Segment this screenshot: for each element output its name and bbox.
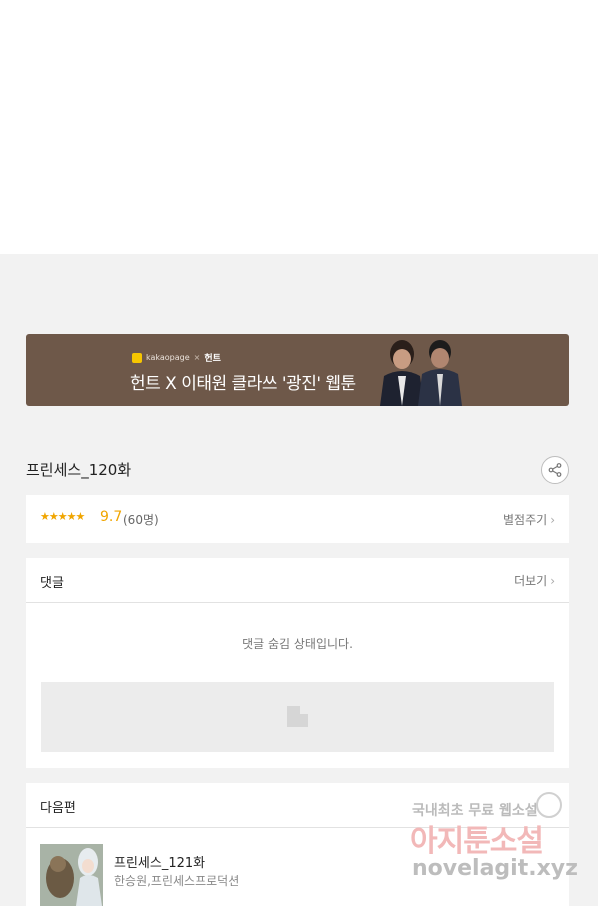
rating-stars: ★★★★★ <box>40 510 85 523</box>
comments-card: 댓글 더보기 › 댓글 숨김 상태입니다. <box>26 558 569 768</box>
rate-button[interactable]: 별점주기 › <box>503 511 555 528</box>
comments-title: 댓글 <box>40 576 64 591</box>
comments-more-button[interactable]: 더보기 › <box>514 572 555 589</box>
comments-more-label: 더보기 <box>514 574 548 588</box>
watermark-url: novelagit.xyz <box>412 856 578 881</box>
kakaopage-logo-icon <box>132 352 142 363</box>
rating-card: ★★★★★ 9.7 (60명) 별점주기 › <box>26 495 569 543</box>
watermark: 국내최초 무료 웹소설 아지툰소설 novelagit.xyz <box>410 792 590 890</box>
share-icon <box>548 463 562 477</box>
rating-count: (60명) <box>123 513 159 527</box>
banner-characters-image <box>362 334 472 406</box>
content-blank-area <box>0 0 598 254</box>
image-placeholder-icon <box>287 706 308 727</box>
next-episode-thumbnail <box>40 844 103 906</box>
banner-brand-row: kakaopage × 헌트 <box>132 351 221 364</box>
next-episode-title: 다음편 <box>40 801 76 816</box>
rate-button-label: 별점주기 <box>503 513 548 527</box>
share-button[interactable] <box>541 456 569 484</box>
banner-brand-name: kakaopage <box>146 353 190 362</box>
watermark-brand: 아지툰소설 <box>410 824 544 859</box>
next-episode-name: 프린세스_121화 <box>114 856 206 871</box>
rating-score: 9.7 <box>100 509 123 525</box>
ad-placeholder <box>41 682 554 752</box>
banner-brand-separator: × <box>193 353 201 362</box>
chevron-right-icon: › <box>550 574 555 588</box>
comments-hidden-message: 댓글 숨김 상태입니다. <box>242 637 353 651</box>
ad-banner[interactable]: kakaopage × 헌트 헌트 X 이태원 클라쓰 '광진' 웹툰 <box>26 334 569 406</box>
banner-partner-name: 헌트 <box>204 354 221 364</box>
comments-header: 댓글 더보기 › <box>26 558 569 603</box>
chevron-right-icon: › <box>550 513 555 527</box>
episode-title: 프린세스_120화 <box>26 461 132 479</box>
scroll-top-icon[interactable] <box>536 792 562 818</box>
banner-title: 헌트 X 이태원 클라쓰 '광진' 웹툰 <box>130 374 356 394</box>
next-episode-authors: 한승원,프린세스프로덕션 <box>114 874 240 888</box>
